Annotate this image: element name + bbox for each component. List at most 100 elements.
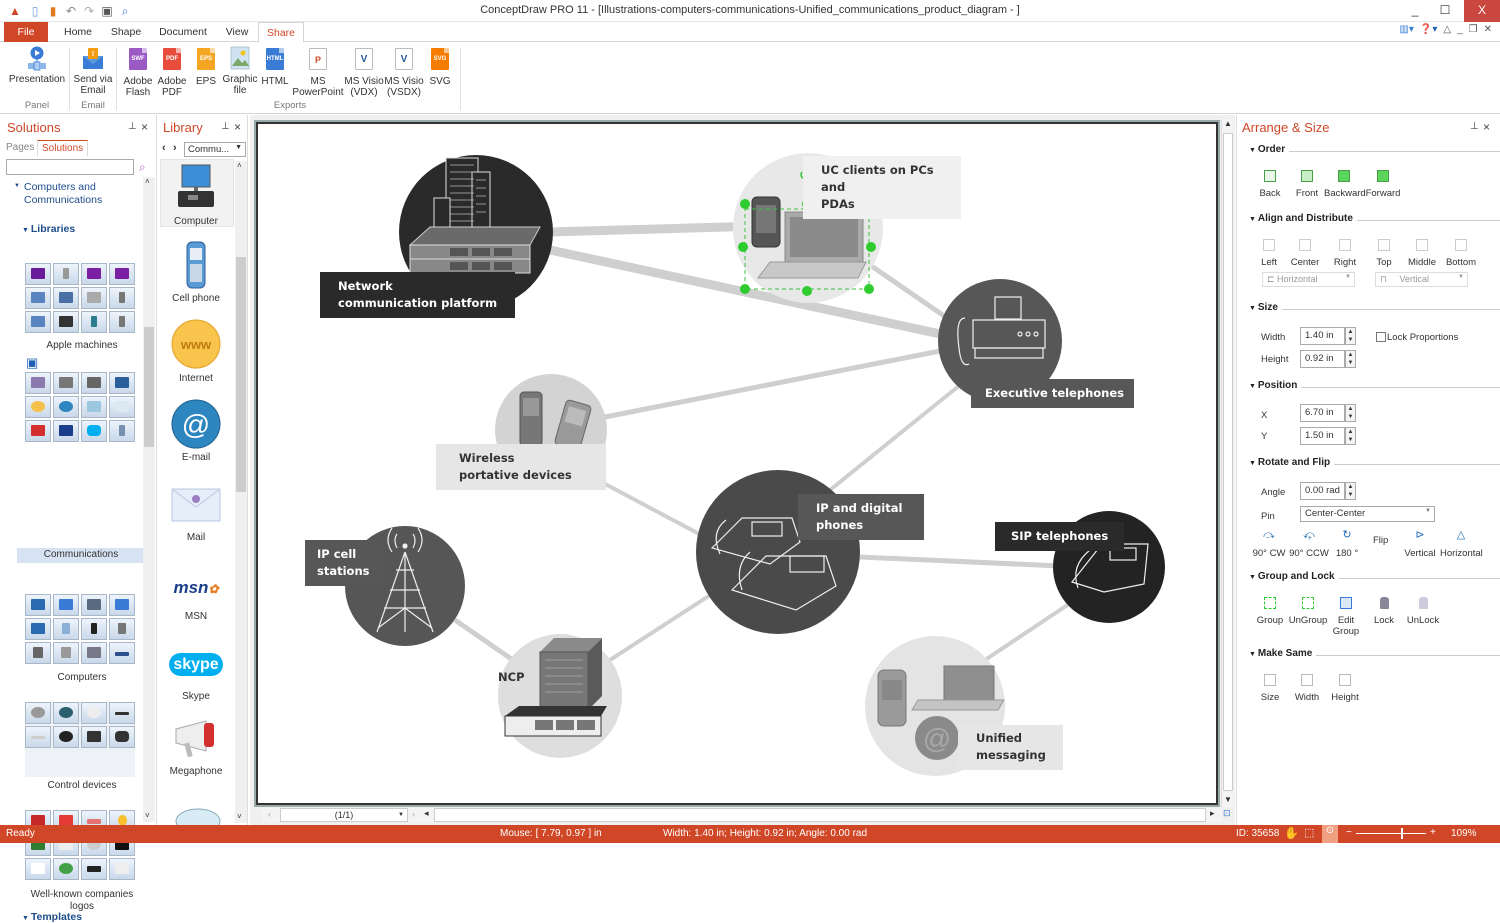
- rotate-180-button[interactable]: ↻ 180 °: [1332, 530, 1362, 560]
- library-forward-icon[interactable]: ›: [173, 142, 177, 154]
- fit-page-icon[interactable]: ⊡: [1223, 808, 1231, 819]
- solutions-scrollbar[interactable]: ˄ ˅: [143, 177, 155, 822]
- scroll-down-icon[interactable]: ▼: [1224, 795, 1232, 804]
- width-spinner[interactable]: ▲ ▼: [1345, 327, 1356, 345]
- collapse-ribbon-icon[interactable]: △: [1443, 24, 1451, 35]
- page-selector[interactable]: (1/1) ▼: [280, 808, 408, 822]
- export-eps-button[interactable]: EPS EPS: [190, 46, 222, 87]
- distribute-horizontal-dropdown[interactable]: ⊏ Horizontal ▼: [1262, 272, 1355, 287]
- close-button[interactable]: X: [1464, 0, 1500, 22]
- library-computers[interactable]: Computers: [18, 672, 146, 683]
- library-back-icon[interactable]: ‹: [162, 142, 166, 154]
- connector[interactable]: [608, 588, 720, 662]
- library-control-devices[interactable]: Control devices: [18, 780, 146, 791]
- solutions-search-input[interactable]: [6, 159, 134, 175]
- presentation-button[interactable]: Presentation: [8, 46, 66, 85]
- node-label-unified[interactable]: Unified messaging: [958, 725, 1063, 770]
- library-dropdown[interactable]: Commu... ▼: [184, 142, 246, 157]
- export-adobe-flash-button[interactable]: SWF Adobe Flash: [120, 46, 156, 98]
- align-right-button[interactable]: Right: [1332, 239, 1358, 268]
- library-item-computer[interactable]: Computer: [158, 163, 234, 227]
- node-label-uc-clients[interactable]: UC clients on PCs and PDAs: [803, 156, 961, 219]
- order-back-button[interactable]: Back: [1255, 170, 1285, 199]
- ungroup-button[interactable]: UnGroup: [1287, 597, 1329, 626]
- close-panel-icon[interactable]: ×: [234, 120, 241, 134]
- connector[interactable]: [868, 262, 952, 323]
- pan-hand-icon[interactable]: ✋: [1284, 826, 1299, 840]
- node-label-ip-cell[interactable]: IP cell stations: [305, 540, 382, 586]
- align-top-button[interactable]: Top: [1372, 239, 1396, 268]
- library-item-msn[interactable]: msn✿ MSN: [158, 570, 234, 622]
- prev-page-icon[interactable]: ‹: [268, 809, 271, 819]
- layout-icon[interactable]: ▥▾: [1399, 24, 1413, 35]
- height-input[interactable]: 0.92 in: [1300, 350, 1345, 368]
- close-panel-icon[interactable]: ×: [1483, 120, 1490, 134]
- help-icon[interactable]: ❓▾: [1420, 24, 1437, 35]
- angle-input[interactable]: 0.00 rad: [1300, 482, 1345, 500]
- tab-shape[interactable]: Shape: [104, 22, 148, 42]
- rotate-90-cw-button[interactable]: ⤼ 90° CW: [1249, 530, 1289, 560]
- canvas-horizontal-scrollbar[interactable]: [434, 808, 1206, 822]
- templates-header[interactable]: ▼ Templates: [22, 911, 82, 923]
- canvas-vscroll-thumb[interactable]: [1223, 133, 1233, 791]
- doc-minimize-icon[interactable]: _: [1457, 24, 1463, 35]
- tab-solutions[interactable]: Solutions: [37, 140, 89, 156]
- library-thumbnails-apple[interactable]: [25, 263, 135, 333]
- y-input[interactable]: 1.50 in: [1300, 427, 1345, 445]
- library-thumbnails-computers[interactable]: [25, 594, 135, 664]
- canvas-vertical-scrollbar[interactable]: ▲ ▼: [1221, 119, 1233, 807]
- node-label-wireless[interactable]: Wireless portative devices: [436, 444, 606, 490]
- connector[interactable]: [453, 617, 522, 668]
- node-label-sip[interactable]: SIP telephones: [995, 522, 1125, 551]
- scroll-left-icon[interactable]: ◂: [424, 808, 429, 819]
- align-bottom-button[interactable]: Bottom: [1444, 239, 1478, 268]
- section-align-distribute[interactable]: ▼ Align and Distribute: [1249, 213, 1500, 224]
- library-communications[interactable]: Communications: [17, 548, 145, 563]
- export-html-button[interactable]: HTML HTML: [258, 46, 292, 87]
- zoom-slider-thumb[interactable]: [1401, 828, 1404, 839]
- order-backward-button[interactable]: Backward: [1324, 170, 1366, 199]
- save-library-icon[interactable]: ▣: [26, 355, 38, 371]
- fit-to-window-icon[interactable]: ⊙: [1322, 825, 1338, 843]
- library-thumbnails-logos[interactable]: [25, 810, 135, 880]
- y-spinner[interactable]: ▲ ▼: [1345, 427, 1356, 445]
- library-item-internet[interactable]: www Internet: [158, 318, 234, 384]
- tab-share[interactable]: Share: [258, 22, 304, 43]
- tab-view[interactable]: View: [218, 22, 256, 42]
- library-scroll-thumb[interactable]: [236, 257, 246, 492]
- maximize-button[interactable]: ☐: [1430, 0, 1460, 22]
- library-item-megaphone[interactable]: Megaphone: [158, 715, 234, 777]
- order-front-button[interactable]: Front: [1292, 170, 1322, 199]
- connector[interactable]: [859, 554, 1061, 569]
- library-item-cell-phone[interactable]: Cell phone: [158, 240, 234, 304]
- order-forward-button[interactable]: Forward: [1363, 170, 1403, 199]
- lock-proportions-checkbox[interactable]: [1376, 332, 1386, 342]
- node-label-exec-phones[interactable]: Executive telephones: [971, 379, 1135, 408]
- pin-icon[interactable]: ⊥: [1470, 121, 1479, 132]
- section-rotate-flip[interactable]: ▼ Rotate and Flip: [1249, 457, 1500, 468]
- tab-home[interactable]: Home: [56, 22, 100, 42]
- scroll-up-icon[interactable]: ▲: [1224, 119, 1232, 128]
- section-group-lock[interactable]: ▼ Group and Lock: [1249, 571, 1500, 582]
- scroll-down-icon[interactable]: ˅: [145, 811, 150, 820]
- connector[interactable]: [983, 598, 1077, 662]
- solutions-scroll-thumb[interactable]: [144, 327, 154, 447]
- x-input[interactable]: 6.70 in: [1300, 404, 1345, 422]
- export-adobe-pdf-button[interactable]: PDF Adobe PDF: [154, 46, 190, 98]
- section-make-same[interactable]: ▼ Make Same: [1249, 648, 1500, 659]
- library-scrollbar[interactable]: ˄ ˅: [235, 161, 247, 823]
- rotate-90-ccw-button[interactable]: ⤽ 90° CCW: [1287, 530, 1331, 560]
- export-visio-vdx-button[interactable]: V MS Visio (VDX): [344, 46, 384, 98]
- make-same-size-button[interactable]: Size: [1257, 674, 1283, 703]
- section-position[interactable]: ▼ Position: [1249, 380, 1500, 391]
- node-label-ncp[interactable]: NCP: [498, 669, 525, 686]
- scroll-up-icon[interactable]: ˄: [145, 177, 150, 186]
- search-solutions-icon[interactable]: ⌕: [139, 160, 146, 175]
- library-thumbnails-control-devices[interactable]: [25, 702, 135, 748]
- distribute-vertical-dropdown[interactable]: ⊓ Vertical ▼: [1375, 272, 1468, 287]
- library-item-email[interactable]: @ E-mail: [158, 399, 234, 463]
- scroll-up-icon[interactable]: ˄: [237, 161, 242, 170]
- height-spinner[interactable]: ▲ ▼: [1345, 350, 1356, 368]
- libraries-header[interactable]: ▼ Libraries: [22, 223, 75, 235]
- make-same-height-button[interactable]: Height: [1329, 674, 1361, 703]
